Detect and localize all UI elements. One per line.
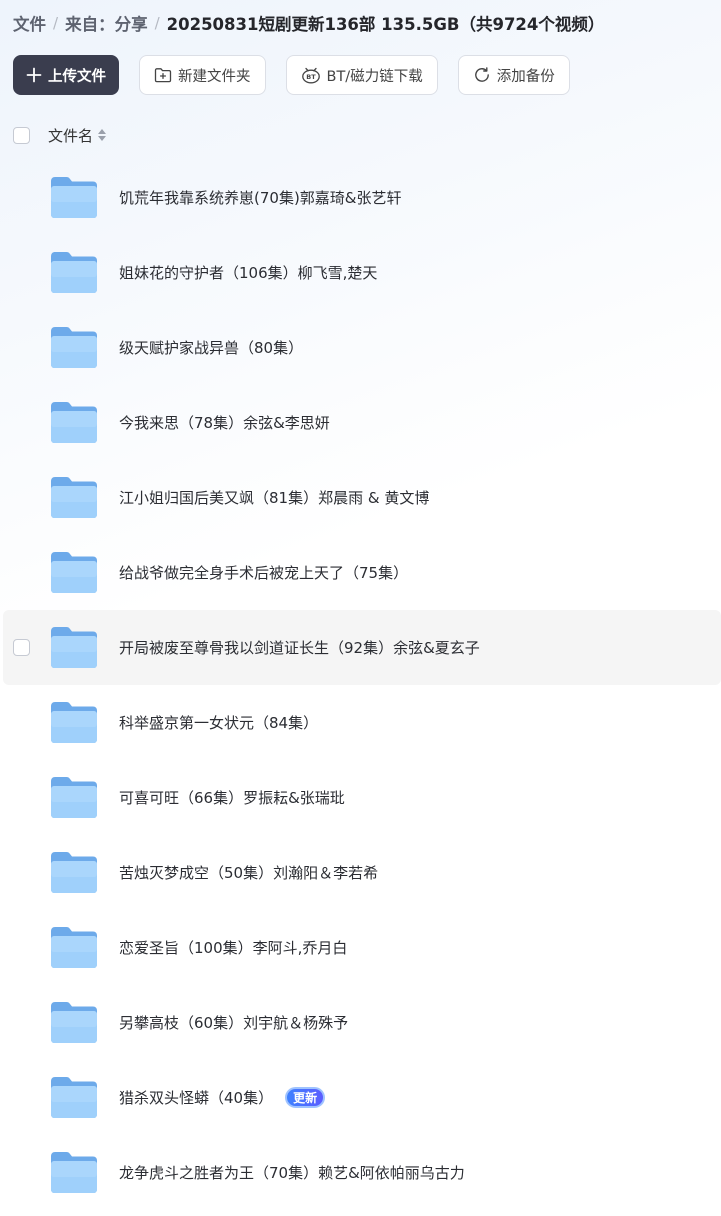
file-name[interactable]: 级天赋护家战异兽（80集） [119,310,303,385]
folder-icon [51,852,97,893]
file-name[interactable]: 龙争虎斗之胜者为王（70集）赖艺&阿依帕丽乌古力 [119,1135,465,1210]
breadcrumb-source[interactable]: 来自：分享 [65,11,148,35]
file-list: 饥荒年我靠系统养崽(70集)郭嘉琦&张艺轩 姐妹花的守护者（106集）柳飞雪,楚… [3,160,721,1210]
toolbar: 上传文件 新建文件夹 BT BT/磁力链下载 添加备份 [13,55,570,95]
file-name[interactable]: 另攀高枝（60集）刘宇航＆杨殊予 [119,985,348,1060]
file-name-text: 开局被废至尊骨我以剑道证长生（92集）余弦&夏玄子 [119,639,480,657]
file-name[interactable]: 恋爱圣旨（100集）李阿斗,乔月白 [119,910,347,985]
folder-icon [51,1002,97,1043]
new-folder-icon [154,68,172,83]
file-name-text: 恋爱圣旨（100集）李阿斗,乔月白 [119,939,348,957]
backup-sync-icon [474,67,489,82]
folder-icon [51,402,97,443]
folder-icon [51,177,97,218]
file-name-text: 姐妹花的守护者（106集）柳飞雪,楚天 [119,264,378,282]
new-folder-button[interactable]: 新建文件夹 [139,55,266,95]
breadcrumb: 文件 / 来自：分享 / 20250831短剧更新136部 135.5GB（共9… [13,10,604,36]
breadcrumb-separator: / [53,14,59,32]
file-row[interactable]: 恋爱圣旨（100集）李阿斗,乔月白 [3,910,721,985]
file-name[interactable]: 苦烛灭梦成空（50集）刘瀚阳＆李若希 [119,835,378,910]
file-row[interactable]: 姐妹花的守护者（106集）柳飞雪,楚天 [3,235,721,310]
svg-text:BT: BT [306,73,316,81]
file-row[interactable]: 可喜可旺（66集）罗振耘&张瑞玭 [3,760,721,835]
file-name-text: 给战爷做完全身手术后被宠上天了（75集） [119,564,409,582]
file-name[interactable]: 给战爷做完全身手术后被宠上天了（75集） [119,535,408,610]
file-name[interactable]: 姐妹花的守护者（106集）柳飞雪,楚天 [119,235,377,310]
new-folder-button-label: 新建文件夹 [178,68,251,85]
upload-button-label: 上传文件 [48,68,106,85]
file-name-text: 可喜可旺（66集）罗振耘&张瑞玭 [119,789,345,807]
file-row[interactable]: 今我来思（78集）余弦&李思妍 [3,385,721,460]
file-row[interactable]: 级天赋护家战异兽（80集） [3,310,721,385]
folder-icon [51,927,97,968]
file-row[interactable]: 饥荒年我靠系统养崽(70集)郭嘉琦&张艺轩 [3,160,721,235]
folder-icon [51,477,97,518]
file-name[interactable]: 开局被废至尊骨我以剑道证长生（92集）余弦&夏玄子 [119,610,480,685]
select-all-checkbox[interactable] [13,126,30,144]
folder-icon [51,552,97,593]
row-checkbox[interactable] [13,639,30,656]
sort-icon[interactable] [98,129,107,141]
file-name-text: 科举盛京第一女状元（84集） [119,714,319,732]
file-row[interactable]: 苦烛灭梦成空（50集）刘瀚阳＆李若希 [3,835,721,910]
file-row[interactable]: 开局被废至尊骨我以剑道证长生（92集）余弦&夏玄子 [3,610,721,685]
file-name[interactable]: 江小姐归国后美又飒（81集）郑晨雨 & 黄文博 [119,460,429,535]
list-header: 文件名 [13,124,107,146]
column-header-filename[interactable]: 文件名 [48,125,93,146]
upload-button[interactable]: 上传文件 [13,55,119,95]
file-name[interactable]: 猎杀双头怪蟒（40集） 更新 [119,1060,326,1135]
bt-download-button[interactable]: BT BT/磁力链下载 [285,55,438,95]
file-name[interactable]: 科举盛京第一女状元（84集） [119,685,318,760]
file-name-text: 江小姐归国后美又飒（81集）郑晨雨 & 黄文博 [119,489,430,507]
file-row[interactable]: 给战爷做完全身手术后被宠上天了（75集） [3,535,721,610]
folder-icon [51,1077,97,1118]
file-row[interactable]: 江小姐归国后美又飒（81集）郑晨雨 & 黄文博 [3,460,721,535]
folder-icon [51,702,97,743]
file-row[interactable]: 科举盛京第一女状元（84集） [3,685,721,760]
file-name-text: 今我来思（78集）余弦&李思妍 [119,414,330,432]
file-name-text: 猎杀双头怪蟒（40集） [119,1089,274,1107]
folder-icon [51,777,97,818]
bt-download-button-label: BT/磁力链下载 [326,68,423,85]
file-name-text: 级天赋护家战异兽（80集） [119,339,304,357]
file-name-text: 饥荒年我靠系统养崽(70集)郭嘉琦&张艺轩 [119,189,402,207]
file-row[interactable]: 猎杀双头怪蟒（40集） 更新 [3,1060,721,1135]
file-name-text: 龙争虎斗之胜者为王（70集）赖艺&阿依帕丽乌古力 [119,1164,465,1182]
breadcrumb-separator: / [154,14,160,32]
file-name[interactable]: 今我来思（78集）余弦&李思妍 [119,385,330,460]
folder-icon [51,252,97,293]
file-name-text: 另攀高枝（60集）刘宇航＆杨殊予 [119,1014,349,1032]
folder-icon [51,627,97,668]
file-row[interactable]: 另攀高枝（60集）刘宇航＆杨殊予 [3,985,721,1060]
file-name[interactable]: 饥荒年我靠系统养崽(70集)郭嘉琦&张艺轩 [119,160,402,235]
breadcrumb-root[interactable]: 文件 [13,11,46,35]
folder-icon [51,1152,97,1193]
bt-magnet-icon: BT [301,67,320,84]
file-row[interactable]: 龙争虎斗之胜者为王（70集）赖艺&阿依帕丽乌古力 [3,1135,721,1210]
add-backup-button[interactable]: 添加备份 [457,55,570,95]
folder-icon [51,327,97,368]
update-badge: 更新 [285,1087,326,1108]
plus-icon [26,67,42,83]
file-name[interactable]: 可喜可旺（66集）罗振耘&张瑞玭 [119,760,345,835]
breadcrumb-current: 20250831短剧更新136部 135.5GB（共9724个视频） [166,15,605,34]
add-backup-button-label: 添加备份 [496,68,555,85]
file-name-text: 苦烛灭梦成空（50集）刘瀚阳＆李若希 [119,864,379,882]
